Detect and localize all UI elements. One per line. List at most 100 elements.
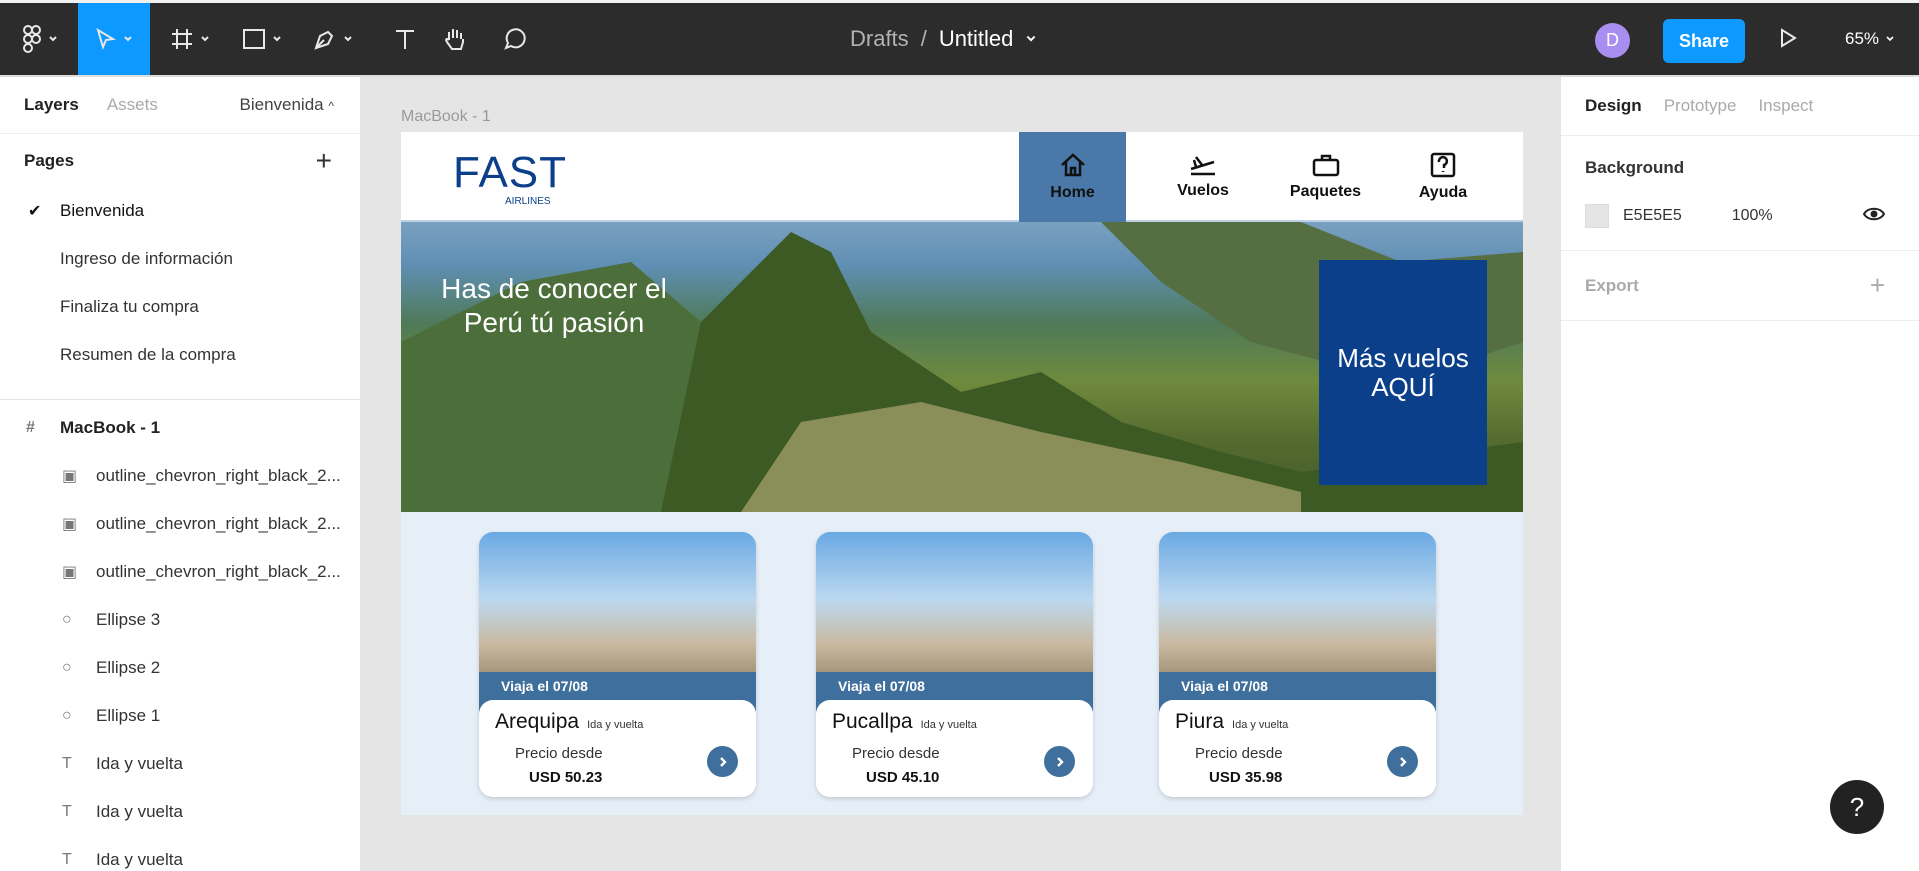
- pen-tool-button[interactable]: [303, 3, 363, 75]
- move-tool-button[interactable]: [78, 3, 150, 75]
- chevron-down-icon: [344, 36, 352, 42]
- add-export-button[interactable]: +: [1870, 270, 1885, 301]
- image-icon: ▣: [62, 468, 78, 485]
- chevron-right-icon: [1056, 756, 1064, 767]
- text-icon: T: [62, 803, 72, 820]
- more-flights-button[interactable]: Más vuelos AQUÍ: [1319, 260, 1487, 485]
- page-label: Bienvenida: [60, 201, 145, 220]
- layer-item[interactable]: ○ Ellipse 2: [0, 644, 360, 692]
- zoom-level: 65%: [1845, 29, 1880, 48]
- layer-item[interactable]: ▣ outline_chevron_right_black_2...: [0, 500, 360, 548]
- page-label: Resumen de la compra: [60, 345, 236, 364]
- main-menu-button[interactable]: [10, 3, 70, 75]
- zoom-menu[interactable]: 65%: [1845, 3, 1895, 75]
- layer-label: Ida y vuelta: [96, 850, 183, 869]
- nav-ayuda[interactable]: Ayuda: [1398, 132, 1488, 222]
- shape-tool-button[interactable]: [232, 3, 292, 75]
- layer-label: Ida y vuelta: [96, 754, 183, 773]
- breadcrumb-separator: /: [920, 26, 927, 51]
- breadcrumb-drafts[interactable]: Drafts: [850, 26, 909, 52]
- layer-frame[interactable]: # MacBook - 1: [0, 404, 360, 452]
- avatar[interactable]: D: [1595, 23, 1630, 58]
- add-page-button[interactable]: +: [316, 145, 332, 177]
- layer-item[interactable]: ▣ outline_chevron_right_black_2...: [0, 548, 360, 596]
- doc-title[interactable]: Untitled: [939, 26, 1014, 52]
- cursor-icon: [96, 28, 116, 50]
- text-icon: T: [62, 755, 72, 772]
- layer-label: MacBook - 1: [60, 418, 161, 437]
- pages-label: Pages: [24, 150, 75, 170]
- background-fill-row[interactable]: E5E5E5 100%: [1585, 204, 1895, 228]
- background-label: Background: [1585, 158, 1685, 177]
- card-next-button[interactable]: [1044, 746, 1075, 777]
- logo: FAST AIRLINES: [453, 148, 567, 207]
- current-page-selector[interactable]: Bienvenida ^: [240, 95, 335, 115]
- tab-layers[interactable]: Layers: [24, 95, 79, 115]
- text-tool-button[interactable]: [380, 3, 430, 75]
- help-button[interactable]: ?: [1830, 780, 1884, 834]
- text-icon: [396, 30, 414, 49]
- bg-opacity-value[interactable]: 100%: [1732, 207, 1773, 225]
- home-icon: [1060, 153, 1085, 177]
- page-label: Finaliza tu compra: [60, 297, 199, 316]
- price-from-label: Precio desde: [515, 745, 603, 762]
- page-label: Ingreso de información: [60, 249, 233, 268]
- tab-inspect[interactable]: Inspect: [1758, 96, 1813, 116]
- city-name: Pucallpa: [832, 710, 913, 733]
- export-section: Export +: [1561, 251, 1919, 321]
- visibility-toggle[interactable]: [1862, 206, 1886, 227]
- tab-assets[interactable]: Assets: [107, 95, 158, 115]
- chevron-down-icon: [124, 36, 132, 42]
- page-item-finaliza[interactable]: Finaliza tu compra: [0, 283, 360, 331]
- tab-prototype[interactable]: Prototype: [1664, 96, 1737, 116]
- page-item-bienvenida[interactable]: ✔ Bienvenida: [0, 187, 360, 235]
- layer-label: Ida y vuelta: [96, 802, 183, 821]
- nav-vuelos[interactable]: Vuelos: [1153, 132, 1253, 222]
- layer-item[interactable]: ○ Ellipse 3: [0, 596, 360, 644]
- pages-header: Pages +: [0, 133, 360, 187]
- nav-label: Vuelos: [1177, 182, 1229, 199]
- chevron-down-icon: [273, 36, 281, 42]
- color-swatch[interactable]: [1585, 204, 1609, 228]
- document-title[interactable]: Drafts / Untitled: [850, 3, 1037, 75]
- comment-icon: [504, 28, 526, 50]
- figma-logo-icon: [23, 25, 41, 53]
- canvas[interactable]: MacBook - 1 FAST AIRLINES Home Vuelos Pa…: [361, 77, 1560, 871]
- layer-item[interactable]: ▣ outline_chevron_right_black_2...: [0, 452, 360, 500]
- hand-tool-button[interactable]: [430, 3, 480, 75]
- page-item-resumen[interactable]: Resumen de la compra: [0, 331, 360, 379]
- frame-tool-button[interactable]: [160, 3, 220, 75]
- divider: [0, 399, 360, 400]
- destination-card-arequipa[interactable]: Viaja el 07/08 Arequipa Ida y vuelta Prec…: [479, 532, 756, 797]
- nav-home[interactable]: Home: [1019, 132, 1126, 222]
- bg-hex-value[interactable]: E5E5E5: [1623, 207, 1682, 225]
- layer-label: Ellipse 2: [96, 658, 161, 677]
- card-next-button[interactable]: [1387, 746, 1418, 777]
- destination-card-piura[interactable]: Viaja el 07/08 Piura Ida y vuelta Precio …: [1159, 532, 1436, 797]
- right-panel: Design Prototype Inspect Background E5E5…: [1560, 77, 1919, 871]
- card-next-button[interactable]: [707, 746, 738, 777]
- nav-paquetes[interactable]: Paquetes: [1263, 132, 1388, 222]
- share-button[interactable]: Share: [1663, 19, 1745, 63]
- layer-item[interactable]: ○ Ellipse 1: [0, 692, 360, 740]
- macbook-frame[interactable]: FAST AIRLINES Home Vuelos Paquetes Ayuda: [401, 132, 1523, 815]
- check-icon: ✔: [28, 203, 42, 220]
- layer-item[interactable]: T Ida y vuelta: [0, 788, 360, 836]
- destination-card-pucallpa[interactable]: Viaja el 07/08 Pucallpa Ida y vuelta Prec…: [816, 532, 1093, 797]
- current-page-label: Bienvenida: [239, 95, 324, 114]
- layer-item[interactable]: T Ida y vuelta: [0, 836, 360, 871]
- card-city: Piura Ida y vuelta: [1175, 710, 1288, 734]
- chevron-right-icon: [1399, 756, 1407, 767]
- price-value: USD 45.10: [866, 769, 940, 786]
- comment-tool-button[interactable]: [490, 3, 540, 75]
- present-button[interactable]: [1778, 27, 1798, 54]
- frame-label[interactable]: MacBook - 1: [401, 108, 491, 126]
- price-value: USD 35.98: [1209, 769, 1283, 786]
- page-item-ingreso[interactable]: Ingreso de información: [0, 235, 360, 283]
- cathedral-image: [1159, 532, 1436, 682]
- eye-icon: [1862, 207, 1886, 220]
- layer-item[interactable]: T Ida y vuelta: [0, 740, 360, 788]
- tab-design[interactable]: Design: [1585, 96, 1642, 116]
- hero-banner: Has de conocer el Perú tú pasión Más vue…: [401, 222, 1523, 512]
- ellipse-icon: ○: [62, 659, 72, 676]
